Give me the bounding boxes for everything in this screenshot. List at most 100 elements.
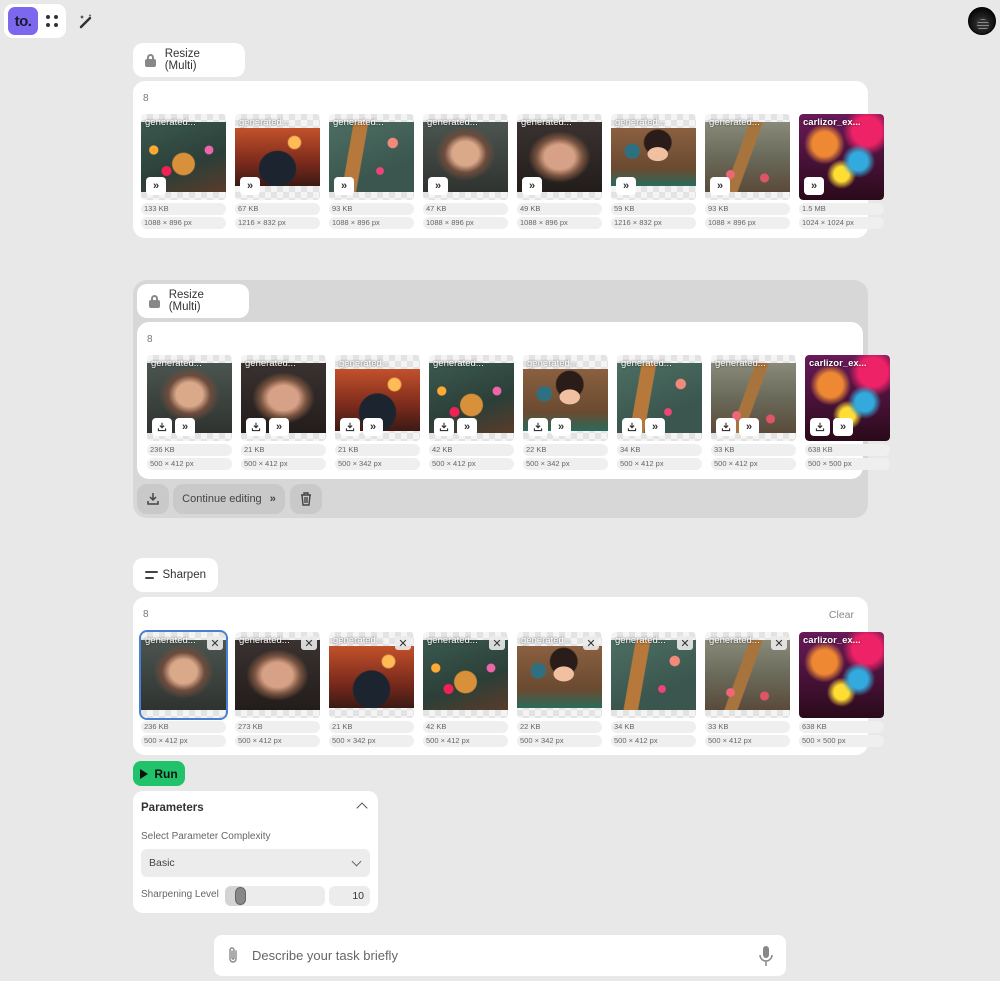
continue-button[interactable]: » xyxy=(616,177,636,195)
image-thumbnail[interactable]: generated... ✕ xyxy=(423,632,508,718)
continue-button[interactable]: » xyxy=(334,177,354,195)
user-avatar[interactable] xyxy=(968,7,996,35)
image-card[interactable]: generated... » 59 KB 1216 × 832 px xyxy=(611,114,696,229)
paperclip-icon[interactable] xyxy=(226,946,240,965)
image-thumbnail[interactable]: generated... » xyxy=(611,114,696,200)
continue-button[interactable]: » xyxy=(146,177,166,195)
download-button[interactable] xyxy=(340,418,360,436)
image-thumbnail[interactable]: generated... ✕ xyxy=(329,632,414,718)
image-card[interactable]: generated... » 21 KB 500 × 412 px xyxy=(241,355,326,470)
image-thumbnail[interactable]: generated... » xyxy=(335,355,420,441)
microphone-icon[interactable] xyxy=(758,945,774,967)
image-card[interactable]: generated... » 47 KB 1088 × 896 px xyxy=(423,114,508,229)
image-card[interactable]: generated... » 133 KB 1088 × 896 px xyxy=(141,114,226,229)
image-card[interactable]: generated... ✕ 21 KB 500 × 342 px xyxy=(329,632,414,747)
image-card[interactable]: generated... » 22 KB 500 × 342 px xyxy=(523,355,608,470)
sharpening-slider[interactable] xyxy=(225,886,325,906)
continue-button[interactable]: » xyxy=(522,177,542,195)
continue-button[interactable]: » xyxy=(739,418,759,436)
remove-image-button[interactable]: ✕ xyxy=(677,636,693,650)
download-button[interactable] xyxy=(810,418,830,436)
image-card[interactable]: generated... ✕ 22 KB 500 × 342 px xyxy=(517,632,602,747)
app-logo[interactable]: to. xyxy=(8,7,38,35)
continue-button[interactable]: » xyxy=(269,418,289,436)
image-thumbnail[interactable]: generated... » xyxy=(429,355,514,441)
download-button[interactable] xyxy=(622,418,642,436)
image-thumbnail[interactable]: generated... » xyxy=(517,114,602,200)
tool-chip-resize-1[interactable]: Resize (Multi) xyxy=(133,43,245,77)
tool-chip-resize-2[interactable]: Resize (Multi) xyxy=(137,284,249,318)
double-chevron-right-icon: » xyxy=(434,180,442,192)
image-card[interactable]: generated... ✕ 273 KB 500 × 412 px xyxy=(235,632,320,747)
continue-button[interactable]: » xyxy=(645,418,665,436)
complexity-select[interactable]: Basic xyxy=(141,849,370,877)
continue-button[interactable]: » xyxy=(833,418,853,436)
image-card[interactable]: carlizor_ex... » 638 KB 500 × 500 px xyxy=(805,355,890,470)
image-thumbnail[interactable]: carlizor_ex... » xyxy=(799,114,884,200)
image-thumbnail[interactable]: generated... » xyxy=(329,114,414,200)
image-thumbnail[interactable]: generated... ✕ xyxy=(611,632,696,718)
remove-image-button[interactable]: ✕ xyxy=(395,636,411,650)
download-button[interactable] xyxy=(152,418,172,436)
continue-editing-button[interactable]: Continue editing » xyxy=(173,484,285,514)
image-card[interactable]: generated... » 42 KB 500 × 412 px xyxy=(429,355,514,470)
image-card[interactable]: generated... » 34 KB 500 × 412 px xyxy=(617,355,702,470)
image-card[interactable]: generated... ✕ 34 KB 500 × 412 px xyxy=(611,632,696,747)
clear-button[interactable]: Clear xyxy=(829,609,854,621)
download-button[interactable] xyxy=(434,418,454,436)
task-input[interactable] xyxy=(252,935,742,976)
download-all-button[interactable] xyxy=(137,484,169,514)
image-thumbnail[interactable]: generated... » xyxy=(705,114,790,200)
image-card[interactable]: generated... » 236 KB 500 × 412 px xyxy=(147,355,232,470)
remove-image-button[interactable]: ✕ xyxy=(771,636,787,650)
continue-button[interactable]: » xyxy=(428,177,448,195)
image-thumbnail[interactable]: generated... ✕ xyxy=(235,632,320,718)
image-card[interactable]: generated... ✕ 33 KB 500 × 412 px xyxy=(705,632,790,747)
remove-image-button[interactable]: ✕ xyxy=(207,636,223,650)
image-card[interactable]: generated... » 93 KB 1088 × 896 px xyxy=(705,114,790,229)
download-button[interactable] xyxy=(246,418,266,436)
image-card[interactable]: carlizor_ex... » 1.5 MB 1024 × 1024 px xyxy=(799,114,884,229)
image-card[interactable]: generated... ✕ 236 KB 500 × 412 px xyxy=(139,630,228,747)
image-thumbnail[interactable]: generated... » xyxy=(711,355,796,441)
image-card[interactable]: generated... ✕ 42 KB 500 × 412 px xyxy=(423,632,508,747)
slider-thumb[interactable] xyxy=(235,887,246,905)
run-button[interactable]: Run xyxy=(133,761,185,786)
chevron-up-icon[interactable] xyxy=(356,802,368,814)
sharpening-value-input[interactable]: 10 xyxy=(329,886,370,906)
image-thumbnail[interactable]: generated... » xyxy=(141,114,226,200)
continue-button[interactable]: » xyxy=(240,177,260,195)
image-thumbnail[interactable]: generated... » xyxy=(423,114,508,200)
download-button[interactable] xyxy=(528,418,548,436)
image-thumbnail[interactable]: carlizor_ex... » xyxy=(805,355,890,441)
image-card[interactable]: generated... » 21 KB 500 × 342 px xyxy=(335,355,420,470)
continue-button[interactable]: » xyxy=(363,418,383,436)
continue-button[interactable]: » xyxy=(457,418,477,436)
image-card[interactable]: generated... » 67 KB 1216 × 832 px xyxy=(235,114,320,229)
magic-wand-icon[interactable] xyxy=(78,13,94,29)
tool-chip-sharpen[interactable]: Sharpen xyxy=(133,558,218,592)
continue-button[interactable]: » xyxy=(710,177,730,195)
remove-image-button[interactable]: ✕ xyxy=(301,636,317,650)
image-thumbnail[interactable]: generated... » xyxy=(241,355,326,441)
download-button[interactable] xyxy=(716,418,736,436)
remove-image-button[interactable]: ✕ xyxy=(489,636,505,650)
image-thumbnail[interactable]: carlizor_ex... xyxy=(799,632,884,718)
remove-image-button[interactable]: ✕ xyxy=(583,636,599,650)
apps-grid-icon[interactable] xyxy=(44,13,60,29)
image-thumbnail[interactable]: generated... ✕ xyxy=(517,632,602,718)
image-thumbnail[interactable]: generated... ✕ xyxy=(705,632,790,718)
continue-button[interactable]: » xyxy=(804,177,824,195)
image-card[interactable]: generated... » 49 KB 1088 × 896 px xyxy=(517,114,602,229)
image-thumbnail[interactable]: generated... ✕ xyxy=(139,630,228,720)
image-thumbnail[interactable]: generated... » xyxy=(523,355,608,441)
image-card[interactable]: carlizor_ex... 638 KB 500 × 500 px xyxy=(799,632,884,747)
image-thumbnail[interactable]: generated... » xyxy=(617,355,702,441)
delete-button[interactable] xyxy=(290,484,322,514)
continue-button[interactable]: » xyxy=(551,418,571,436)
image-card[interactable]: generated... » 33 KB 500 × 412 px xyxy=(711,355,796,470)
image-card[interactable]: generated... » 93 KB 1088 × 896 px xyxy=(329,114,414,229)
image-thumbnail[interactable]: generated... » xyxy=(235,114,320,200)
image-thumbnail[interactable]: generated... » xyxy=(147,355,232,441)
continue-button[interactable]: » xyxy=(175,418,195,436)
